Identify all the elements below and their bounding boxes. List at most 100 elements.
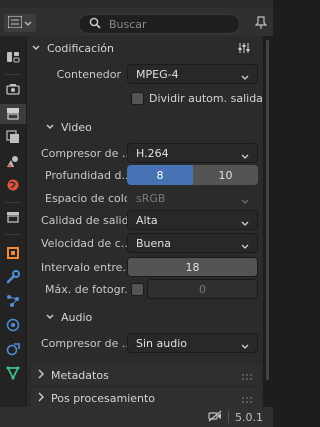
chevron-down-icon (241, 217, 249, 230)
tab-separator (5, 74, 21, 75)
panel-video-title: Video (61, 120, 92, 134)
speed-dropdown[interactable]: Buena (127, 233, 258, 253)
chevron-down-icon (24, 17, 32, 30)
panel-post-processing-header[interactable]: Pos procesamiento (31, 388, 261, 408)
tab-world[interactable] (3, 176, 23, 196)
max-bframes-checkbox[interactable] (131, 283, 144, 296)
tab-output[interactable] (0, 104, 26, 124)
panel-audio-header[interactable]: Audio (31, 307, 261, 327)
search-input[interactable]: Buscar (78, 14, 240, 34)
container-dropdown[interactable]: MPEG-4 (127, 64, 258, 84)
tab-separator (5, 202, 21, 203)
panel-post-processing-title: Pos procesamiento (51, 391, 156, 405)
top-strip (0, 0, 273, 8)
autosplit-checkbox[interactable] (131, 92, 144, 105)
max-bframes-field: 0 (147, 279, 258, 299)
video-codec-label: Compresor de ... (41, 146, 127, 160)
properties-tabs (0, 36, 26, 407)
panel-video-header[interactable]: Video (31, 117, 261, 137)
tab-scene[interactable] (3, 152, 23, 172)
speed-label: Velocidad de c... (41, 236, 127, 250)
tab-data[interactable] (3, 364, 23, 384)
search-placeholder: Buscar (109, 17, 147, 31)
tab-view-layer[interactable] (3, 128, 23, 148)
pin-icon[interactable] (254, 16, 268, 30)
tab-physics[interactable] (3, 316, 23, 336)
status-bar: 5.0.1 (0, 407, 273, 427)
keyframe-value: 18 (185, 260, 200, 274)
view-layer-icon (6, 129, 20, 147)
video-codec-dropdown[interactable]: H.264 (127, 143, 258, 163)
container-value: MPEG-4 (136, 67, 179, 81)
quality-dropdown[interactable]: Alta (127, 210, 258, 230)
tab-collection[interactable] (3, 208, 23, 228)
physics-icon (6, 318, 20, 335)
tool-icon (6, 50, 20, 67)
render-icon (6, 82, 20, 99)
object-icon (6, 246, 20, 263)
audio-codec-dropdown[interactable]: Sin audio (127, 333, 258, 353)
tab-tool[interactable] (3, 48, 23, 68)
quality-value: Alta (136, 213, 158, 227)
constraint-icon (6, 342, 20, 359)
tab-render[interactable] (3, 80, 23, 100)
depth-option-8[interactable]: 8 (127, 165, 193, 185)
properties-editor-icon (7, 14, 23, 31)
panel-metadata-header[interactable]: Metadatos (31, 365, 261, 385)
chevron-right-icon (37, 369, 45, 382)
max-bframes-label: Máx. de fotogr... (45, 282, 127, 296)
tab-modifier[interactable] (3, 268, 23, 288)
output-icon (6, 106, 20, 123)
chevron-down-icon (45, 122, 55, 132)
keyframe-interval-field[interactable]: 18 (127, 257, 258, 277)
max-bframes-value: 0 (199, 282, 206, 296)
color-space-dropdown: sRGB (127, 188, 258, 208)
world-icon (6, 178, 20, 195)
drag-handle-icon[interactable] (241, 371, 253, 380)
audio-codec-label: Compresor de ... (41, 336, 127, 350)
video-codec-value: H.264 (136, 146, 169, 160)
depth-label: Profundidad d... (45, 168, 127, 182)
container-label: Contenedor (56, 67, 121, 81)
tab-particles[interactable] (3, 292, 23, 312)
chevron-down-icon (241, 71, 249, 84)
panel-metadata-title: Metadatos (51, 368, 109, 382)
editor-type-button[interactable] (4, 14, 36, 32)
scrollbar[interactable] (266, 40, 269, 380)
network-off-icon (208, 410, 222, 425)
chevron-down-icon (241, 150, 249, 163)
depth-option-10-label: 10 (218, 168, 233, 182)
color-space-value: sRGB (136, 191, 166, 205)
chevron-down-icon (241, 340, 249, 353)
particles-icon (6, 294, 20, 311)
tab-object[interactable] (3, 244, 23, 264)
autosplit-label: Dividir autom. salida (149, 92, 263, 105)
status-divider (228, 411, 229, 423)
panel-encoding-title: Codificación (47, 41, 114, 55)
depth-option-10[interactable]: 10 (193, 165, 258, 185)
panel-audio-title: Audio (61, 310, 93, 324)
depth-option-8-label: 8 (156, 168, 164, 182)
tab-constraint[interactable] (3, 340, 23, 360)
drag-handle-icon[interactable] (241, 394, 253, 403)
properties-header: Buscar (0, 0, 273, 36)
chevron-down-icon (45, 312, 55, 322)
speed-value: Buena (136, 236, 171, 250)
properties-content: Codificación Contenedor MPEG-4 Dividir a… (27, 36, 263, 408)
version-text: 5.0.1 (235, 410, 263, 424)
tab-separator (5, 234, 21, 235)
quality-label: Calidad de salida (41, 213, 127, 227)
scene-icon (6, 154, 20, 171)
data-icon (6, 366, 20, 383)
modifier-icon (6, 269, 20, 287)
presets-icon[interactable] (237, 42, 251, 57)
search-icon (89, 17, 101, 32)
color-space-label: Espacio de color (45, 191, 127, 205)
collection-icon (6, 210, 20, 227)
chevron-down-icon (31, 43, 41, 53)
keyframe-label: Intervalo entre... (41, 260, 127, 274)
audio-codec-value: Sin audio (136, 336, 187, 350)
chevron-right-icon (37, 392, 45, 405)
chevron-down-icon (241, 195, 249, 208)
panel-encoding-header[interactable]: Codificación (31, 38, 261, 58)
